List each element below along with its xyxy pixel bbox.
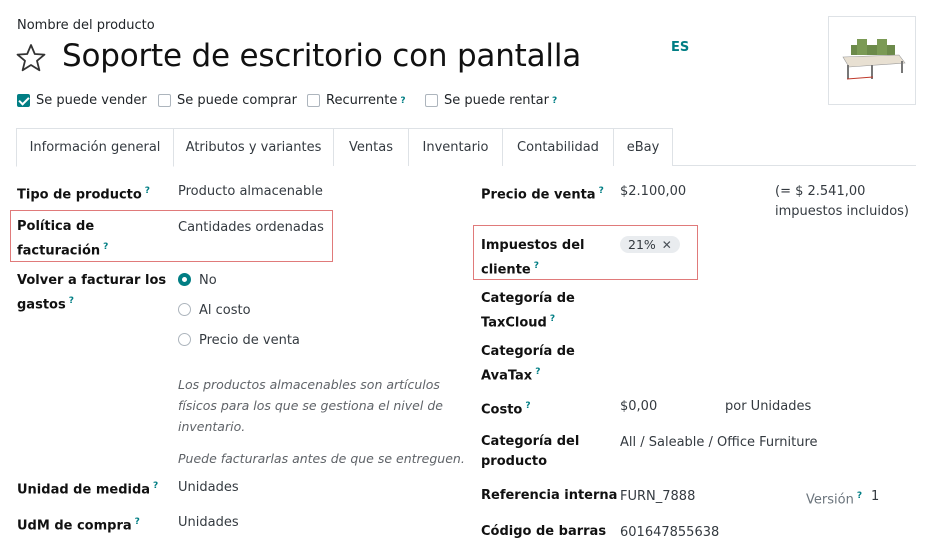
taxcloud-category-label: Categoría de TaxCloud? [481, 291, 575, 331]
product-image[interactable] [828, 16, 916, 105]
help-tooltip-icon[interactable]: ? [103, 242, 108, 252]
can-be-rented-checkbox[interactable]: Se puede rentar? [425, 93, 557, 108]
can-be-sold-label: Se puede vender [36, 93, 147, 108]
product-name-label: Nombre del producto [17, 18, 155, 33]
internal-reference-label: Referencia interna [481, 488, 618, 503]
checkbox-icon[interactable] [307, 94, 320, 107]
reinvoice-expenses-label: Volver a facturar los gastos? [17, 273, 167, 313]
customer-taxes-label: Impuestos del cliente? [481, 238, 585, 278]
barcode-field[interactable]: 601647855638 [620, 523, 719, 543]
help-tooltip-icon[interactable]: ? [69, 296, 74, 306]
help-tooltip-icon[interactable]: ? [534, 261, 539, 271]
purchase-uom-select[interactable]: Unidades [178, 513, 239, 533]
sale-price-field[interactable]: $2.100,00 [620, 182, 686, 202]
product-name-field[interactable]: Soporte de escritorio con pantalla [62, 38, 581, 74]
help-tooltip-icon[interactable]: ? [135, 517, 140, 527]
help-tooltip-icon[interactable]: ? [599, 186, 604, 196]
version-field[interactable]: 1 [871, 487, 879, 507]
purchase-uom-label: UdM de compra? [17, 517, 140, 534]
avatax-category-select[interactable] [620, 344, 820, 364]
product-type-label: Tipo de producto? [17, 186, 151, 203]
barcode-label: Código de barras [481, 524, 607, 539]
product-category-select[interactable]: All / Saleable / Office Furniture [620, 433, 818, 453]
invoice-policy-help-text: Puede facturarlas antes de que se entreg… [178, 451, 465, 466]
remove-tag-icon[interactable]: ✕ [662, 238, 672, 252]
tax-tag-label: 21% [628, 237, 656, 252]
cost-label: Costo? [481, 401, 531, 418]
sale-price-label: Precio de venta? [481, 186, 604, 203]
product-type-select[interactable]: Producto almacenable [178, 182, 323, 202]
radio-selected-icon[interactable] [178, 273, 191, 286]
help-tooltip-icon[interactable]: ? [145, 186, 150, 196]
can-be-rented-label: Se puede rentar [444, 93, 549, 108]
tax-included-price: (= $ 2.541,00 impuestos incluidos) [775, 184, 910, 219]
notebook-tabs: Información general Atributos y variante… [16, 128, 916, 167]
avatax-category-label: Categoría de AvaTax? [481, 344, 575, 384]
help-tooltip-icon[interactable]: ? [552, 96, 557, 106]
tab-attributes-variants[interactable]: Atributos y variantes [173, 128, 334, 166]
can-be-purchased-checkbox[interactable]: Se puede comprar [158, 93, 297, 108]
uom-select[interactable]: Unidades [178, 478, 239, 498]
invoice-policy-label: Política de facturación? [17, 219, 109, 259]
tab-sales[interactable]: Ventas [333, 128, 409, 166]
favorite-star-icon[interactable] [15, 42, 47, 74]
checkbox-icon[interactable] [425, 94, 438, 107]
help-tooltip-icon[interactable]: ? [525, 401, 530, 411]
version-label: Versión? [806, 491, 863, 508]
help-tooltip-icon[interactable]: ? [857, 491, 862, 501]
tab-ebay[interactable]: eBay [613, 128, 673, 166]
checkbox-checked-icon[interactable] [17, 94, 30, 107]
help-tooltip-icon[interactable]: ? [535, 367, 540, 377]
tab-accounting[interactable]: Contabilidad [502, 128, 614, 166]
invoice-policy-select[interactable]: Cantidades ordenadas [178, 218, 324, 238]
reinvoice-option-sales-price[interactable]: Precio de venta [178, 331, 300, 351]
cost-unit: por Unidades [725, 399, 812, 414]
language-badge[interactable]: ES [671, 40, 689, 55]
cost-field[interactable]: $0,00 [620, 397, 657, 417]
tax-tag[interactable]: 21% ✕ [620, 236, 680, 253]
radio-icon[interactable] [178, 303, 191, 316]
can-be-purchased-label: Se puede comprar [177, 93, 297, 108]
product-category-label: Categoría del producto [481, 434, 580, 469]
help-tooltip-icon[interactable]: ? [400, 96, 405, 106]
radio-icon[interactable] [178, 333, 191, 346]
reinvoice-option-no[interactable]: No [178, 271, 217, 291]
tab-inventory[interactable]: Inventario [408, 128, 503, 166]
checkbox-icon[interactable] [158, 94, 171, 107]
help-tooltip-icon[interactable]: ? [153, 481, 158, 491]
taxcloud-category-select[interactable] [620, 291, 820, 311]
internal-reference-field[interactable]: FURN_7888 [620, 487, 695, 507]
help-tooltip-icon[interactable]: ? [550, 314, 555, 324]
can-be-sold-checkbox[interactable]: Se puede vender [17, 93, 147, 108]
uom-label: Unidad de medida? [17, 481, 159, 498]
product-type-help-text: Los productos almacenables son artículos… [178, 377, 443, 434]
reinvoice-option-at-cost[interactable]: Al costo [178, 301, 251, 321]
recurring-label: Recurrente [326, 93, 398, 108]
recurring-checkbox[interactable]: Recurrente? [307, 93, 406, 108]
tab-general-info[interactable]: Información general [16, 128, 174, 167]
